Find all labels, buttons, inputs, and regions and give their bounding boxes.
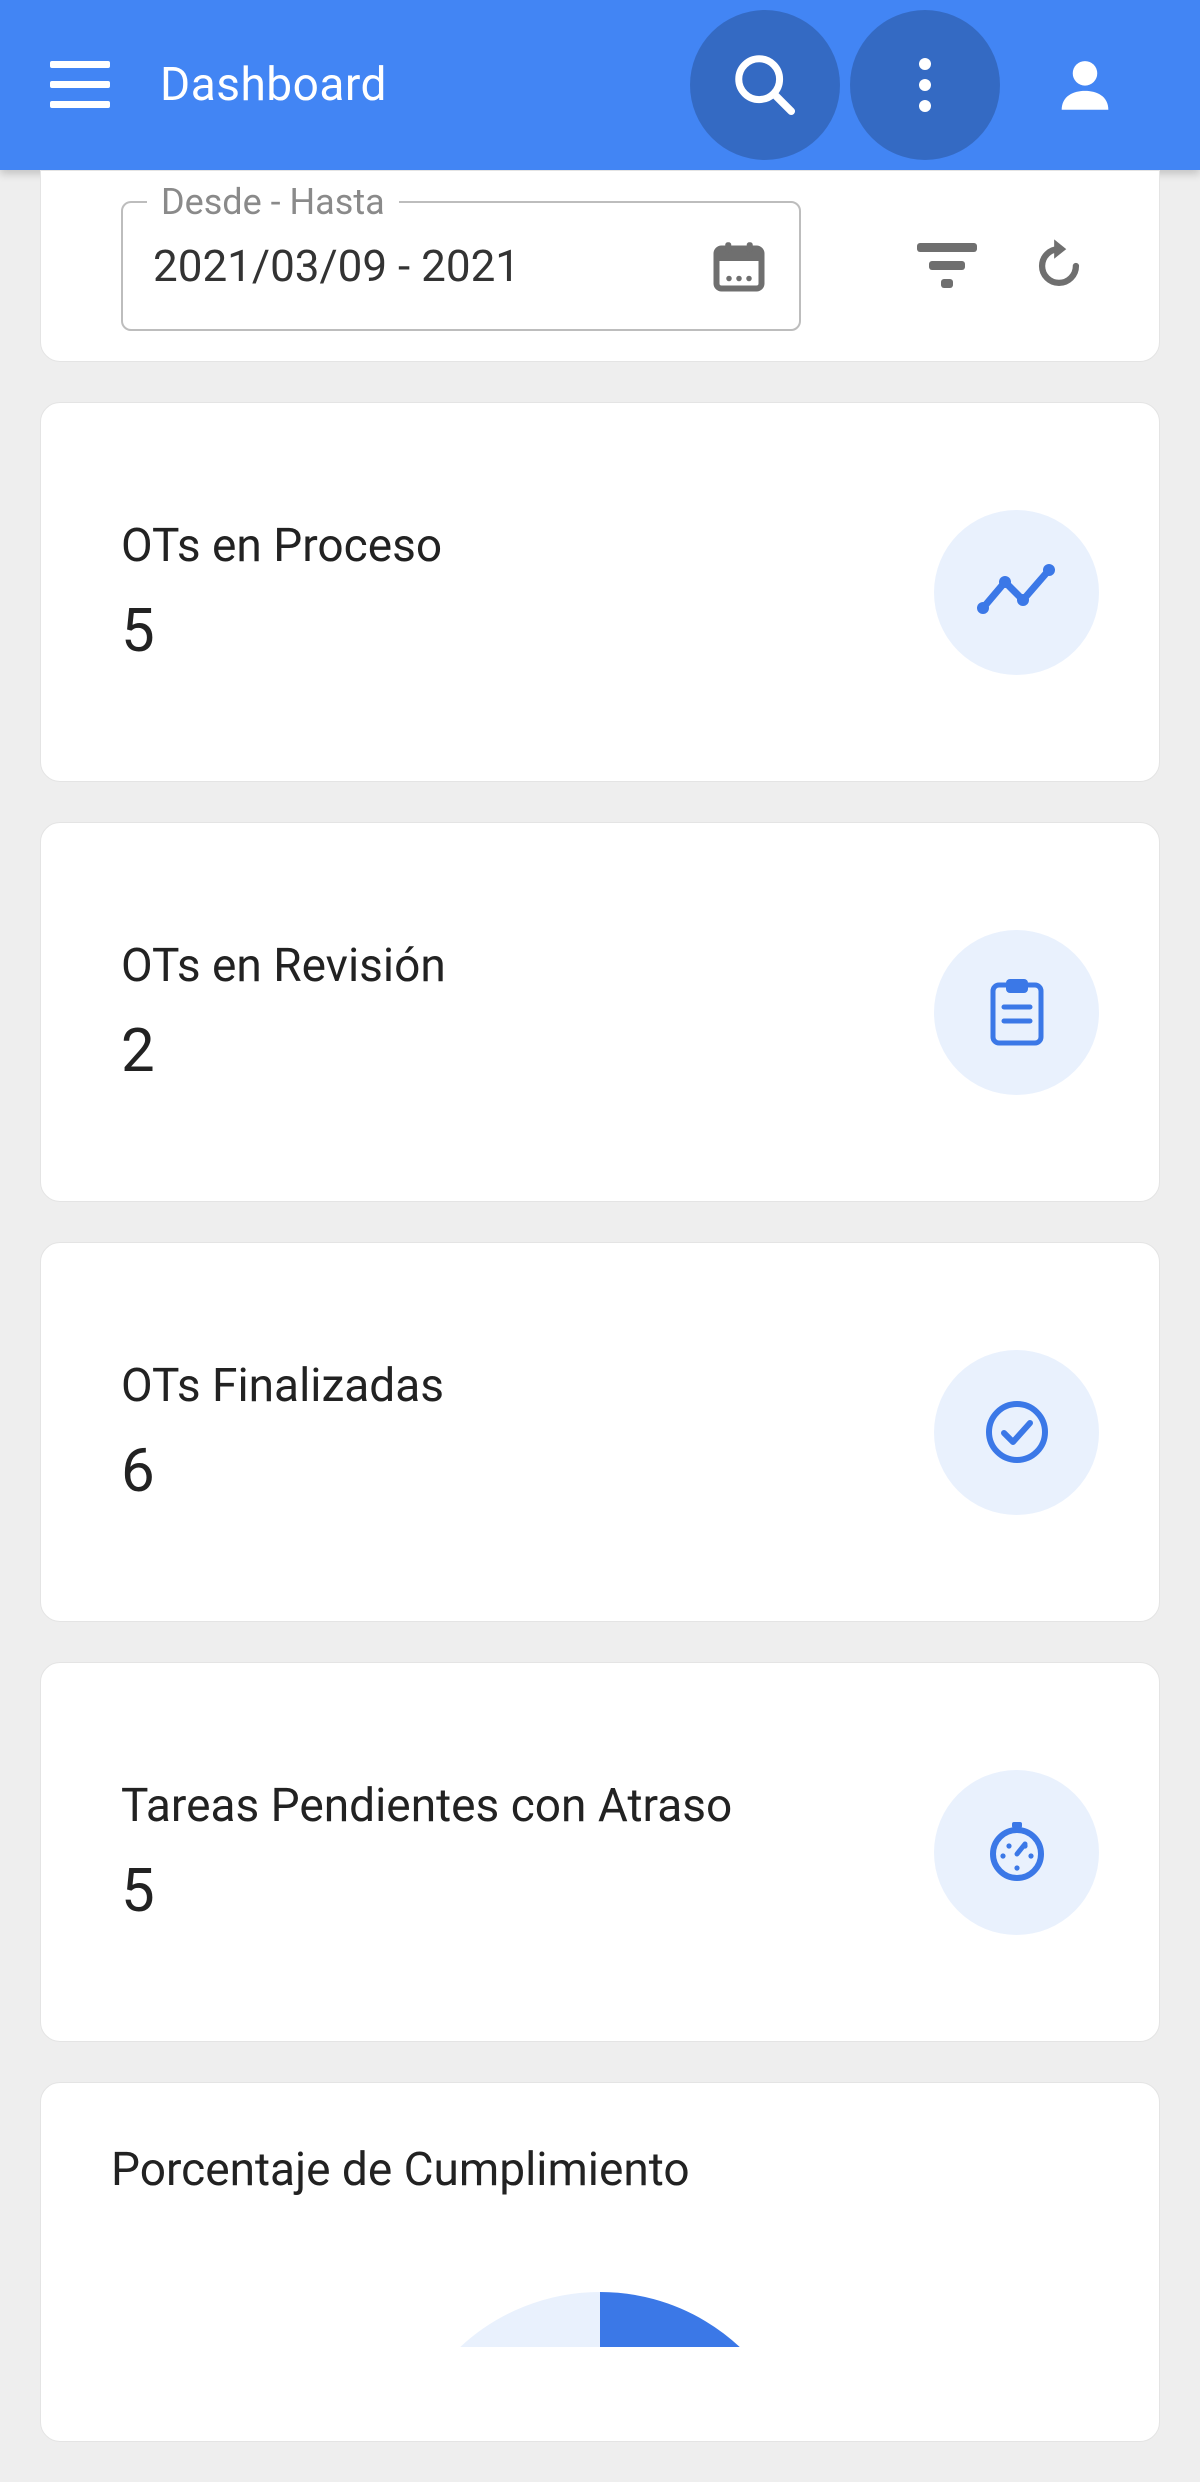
more-options-button[interactable] [850,10,1000,160]
stat-card-ots-proceso[interactable]: OTs en Proceso 5 [40,402,1160,782]
stat-title: Tareas Pendientes con Atraso [121,1779,894,1833]
page-title: Dashboard [160,58,387,112]
search-button[interactable] [690,10,840,160]
compliance-title: Porcentaje de Cumplimiento [111,2143,1089,2197]
stat-value: 5 [121,1855,894,1926]
stat-icon-wrap [934,510,1099,675]
stat-title: OTs en Revisión [121,939,894,993]
hamburger-icon [50,61,110,109]
stat-value: 2 [121,1015,894,1086]
calendar-icon [709,236,769,296]
stat-title: OTs Finalizadas [121,1359,894,1413]
stat-value: 5 [121,595,894,666]
account-button[interactable] [1010,10,1160,160]
stat-card-ots-revision[interactable]: OTs en Revisión 2 [40,822,1160,1202]
menu-button[interactable] [40,45,120,125]
stat-text: OTs en Proceso 5 [121,519,894,666]
filter-bar: Desde - Hasta 2021/03/09 - 2021 [40,170,1160,362]
timer-icon [985,1820,1049,1884]
search-icon [730,50,800,120]
stat-icon-wrap [934,1350,1099,1515]
timeline-icon [977,562,1057,622]
stat-text: OTs en Revisión 2 [121,939,894,1086]
date-range-value: 2021/03/09 - 2021 [153,240,689,292]
filter-list-icon [917,243,977,289]
stat-title: OTs en Proceso [121,519,894,573]
stat-value: 6 [121,1435,894,1506]
refresh-icon [1030,237,1088,295]
stat-card-tareas-atraso[interactable]: Tareas Pendientes con Atraso 5 [40,1662,1160,2042]
donut-chart-icon [390,2287,810,2347]
date-range-input[interactable]: Desde - Hasta 2021/03/09 - 2021 [121,201,801,331]
person-icon [1050,50,1120,120]
stat-icon-wrap [934,930,1099,1095]
stat-text: Tareas Pendientes con Atraso 5 [121,1779,894,1926]
stat-icon-wrap [934,1770,1099,1935]
clipboard-icon [988,977,1046,1047]
compliance-chart [111,2287,1089,2347]
refresh-button[interactable] [1009,216,1109,316]
stat-text: OTs Finalizadas 6 [121,1359,894,1506]
check-circle-icon [984,1399,1050,1465]
filter-button[interactable] [897,216,997,316]
date-range-label: Desde - Hasta [147,181,399,223]
more-vert-icon [919,58,931,112]
compliance-card[interactable]: Porcentaje de Cumplimiento [40,2082,1160,2442]
app-bar: Dashboard [0,0,1200,170]
stat-card-ots-finalizadas[interactable]: OTs Finalizadas 6 [40,1242,1160,1622]
